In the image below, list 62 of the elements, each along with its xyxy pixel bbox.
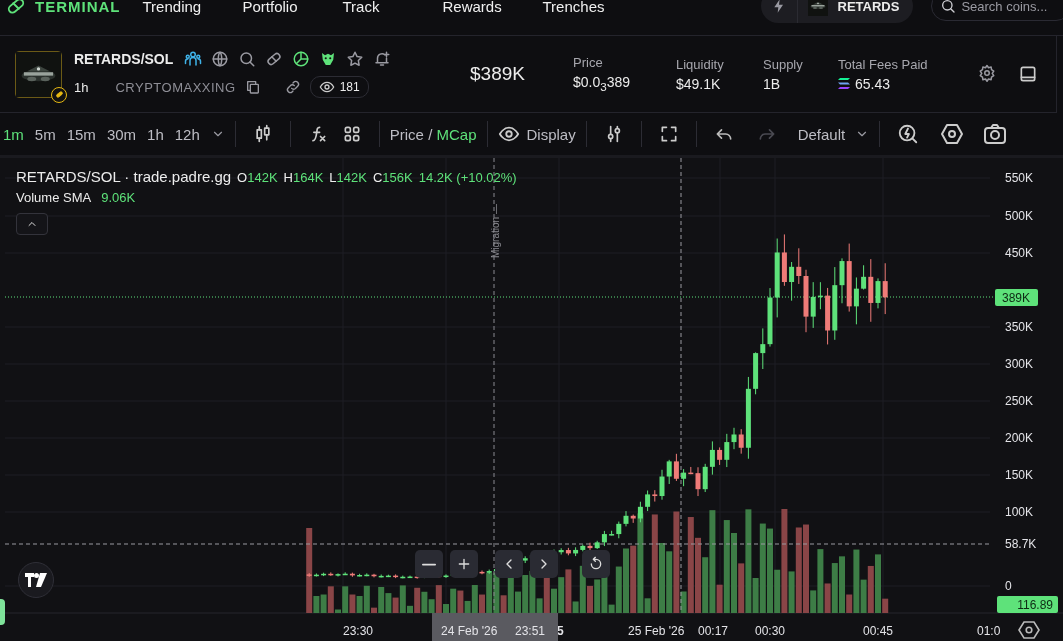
interval-tab[interactable]: 15m <box>66 125 96 143</box>
volume-badge: 116.89 <box>997 596 1058 613</box>
axis-label: 350K <box>1005 320 1034 334</box>
axis-label: 500K <box>1005 209 1034 223</box>
ohlc-value: H164K <box>283 170 324 185</box>
chart-title: RETARDS/SOL · trade.padre.gg <box>16 168 232 185</box>
pair-age: 1h <box>74 79 89 95</box>
migration-label: Migration — <box>490 204 501 258</box>
axis-label: 0 <box>1005 579 1012 593</box>
nav-link[interactable]: Portfolio <box>242 0 343 15</box>
token-pair: RETARDS/SOL <box>74 51 174 67</box>
ohlc-value: L142K <box>329 170 367 185</box>
axis-label: 300K <box>1005 357 1034 371</box>
interval-tab[interactable]: 5m <box>34 125 56 143</box>
stat-value: 1B <box>763 75 781 92</box>
axis-label: 250K <box>1005 394 1034 408</box>
ohlc-value: C156K <box>372 170 413 185</box>
indicator-label: Volume SMA <box>16 190 92 205</box>
interval-tab[interactable]: 30m <box>106 125 137 143</box>
axis-label: 150K <box>1005 468 1034 482</box>
axis-label: 00:30 <box>755 624 786 638</box>
stat-value: $49.1K <box>676 75 721 92</box>
axis-label: 25 Feb '26 <box>628 624 685 638</box>
interval-tab[interactable]: 1m <box>3 125 24 143</box>
nav-link[interactable]: Rewards <box>442 0 543 15</box>
crosshair-time-badge: 24 Feb '26 23:51 <box>432 613 558 641</box>
token-name: CRYPTOMAXXING <box>115 79 236 95</box>
search-field[interactable]: Search coins... <box>931 0 1063 21</box>
price-mode-toggle[interactable]: MCap <box>436 125 477 143</box>
axis-label: 00:17 <box>698 624 729 638</box>
stat-label: Total Fees Paid <box>838 56 929 72</box>
crosshair-price-label: 58.7K <box>1005 537 1037 551</box>
stat-label: Price <box>573 55 604 71</box>
watchers-count: 181 <box>339 80 360 94</box>
interval-tab[interactable]: 1h <box>147 125 164 143</box>
ohlc-value: O142K <box>237 170 278 185</box>
stat-label: Liquidity <box>676 56 725 72</box>
template-dropdown[interactable]: Default <box>797 125 870 143</box>
axis-label: 01:0 <box>977 624 1001 638</box>
axis-label: 450K <box>1005 246 1034 260</box>
nav-link[interactable]: Trenches <box>542 0 643 15</box>
axis-label: 200K <box>1005 431 1034 445</box>
market-cap: $389K <box>470 63 526 85</box>
indicator-value: 9.06K <box>101 190 136 205</box>
stat-label: Supply <box>763 56 804 72</box>
nav-link[interactable]: Trending <box>142 0 243 15</box>
brand-name[interactable]: TERMINAL <box>35 0 121 15</box>
token-chip[interactable]: RETARDS <box>760 0 914 23</box>
price-change: 14.2K (+10.02%) <box>418 170 517 185</box>
nav-link[interactable]: Track <box>342 0 443 15</box>
stat-value: 65.43 <box>855 75 891 92</box>
axis-label: 550K <box>1005 171 1034 185</box>
axis-label: 00:45 <box>863 624 894 638</box>
last-price-badge: 389K <box>995 289 1038 306</box>
display-button[interactable]: Display <box>497 123 576 145</box>
price-mode-toggle[interactable]: Price <box>389 125 424 143</box>
axis-label: 23:30 <box>343 624 374 638</box>
mode-separator: / <box>427 125 434 143</box>
axis-label: 100K <box>1005 505 1034 519</box>
interval-tab[interactable]: 12h <box>174 125 200 143</box>
axis-label: 5 <box>557 624 564 638</box>
stat-value: $0.0$_{3}$389 <box>573 74 631 93</box>
